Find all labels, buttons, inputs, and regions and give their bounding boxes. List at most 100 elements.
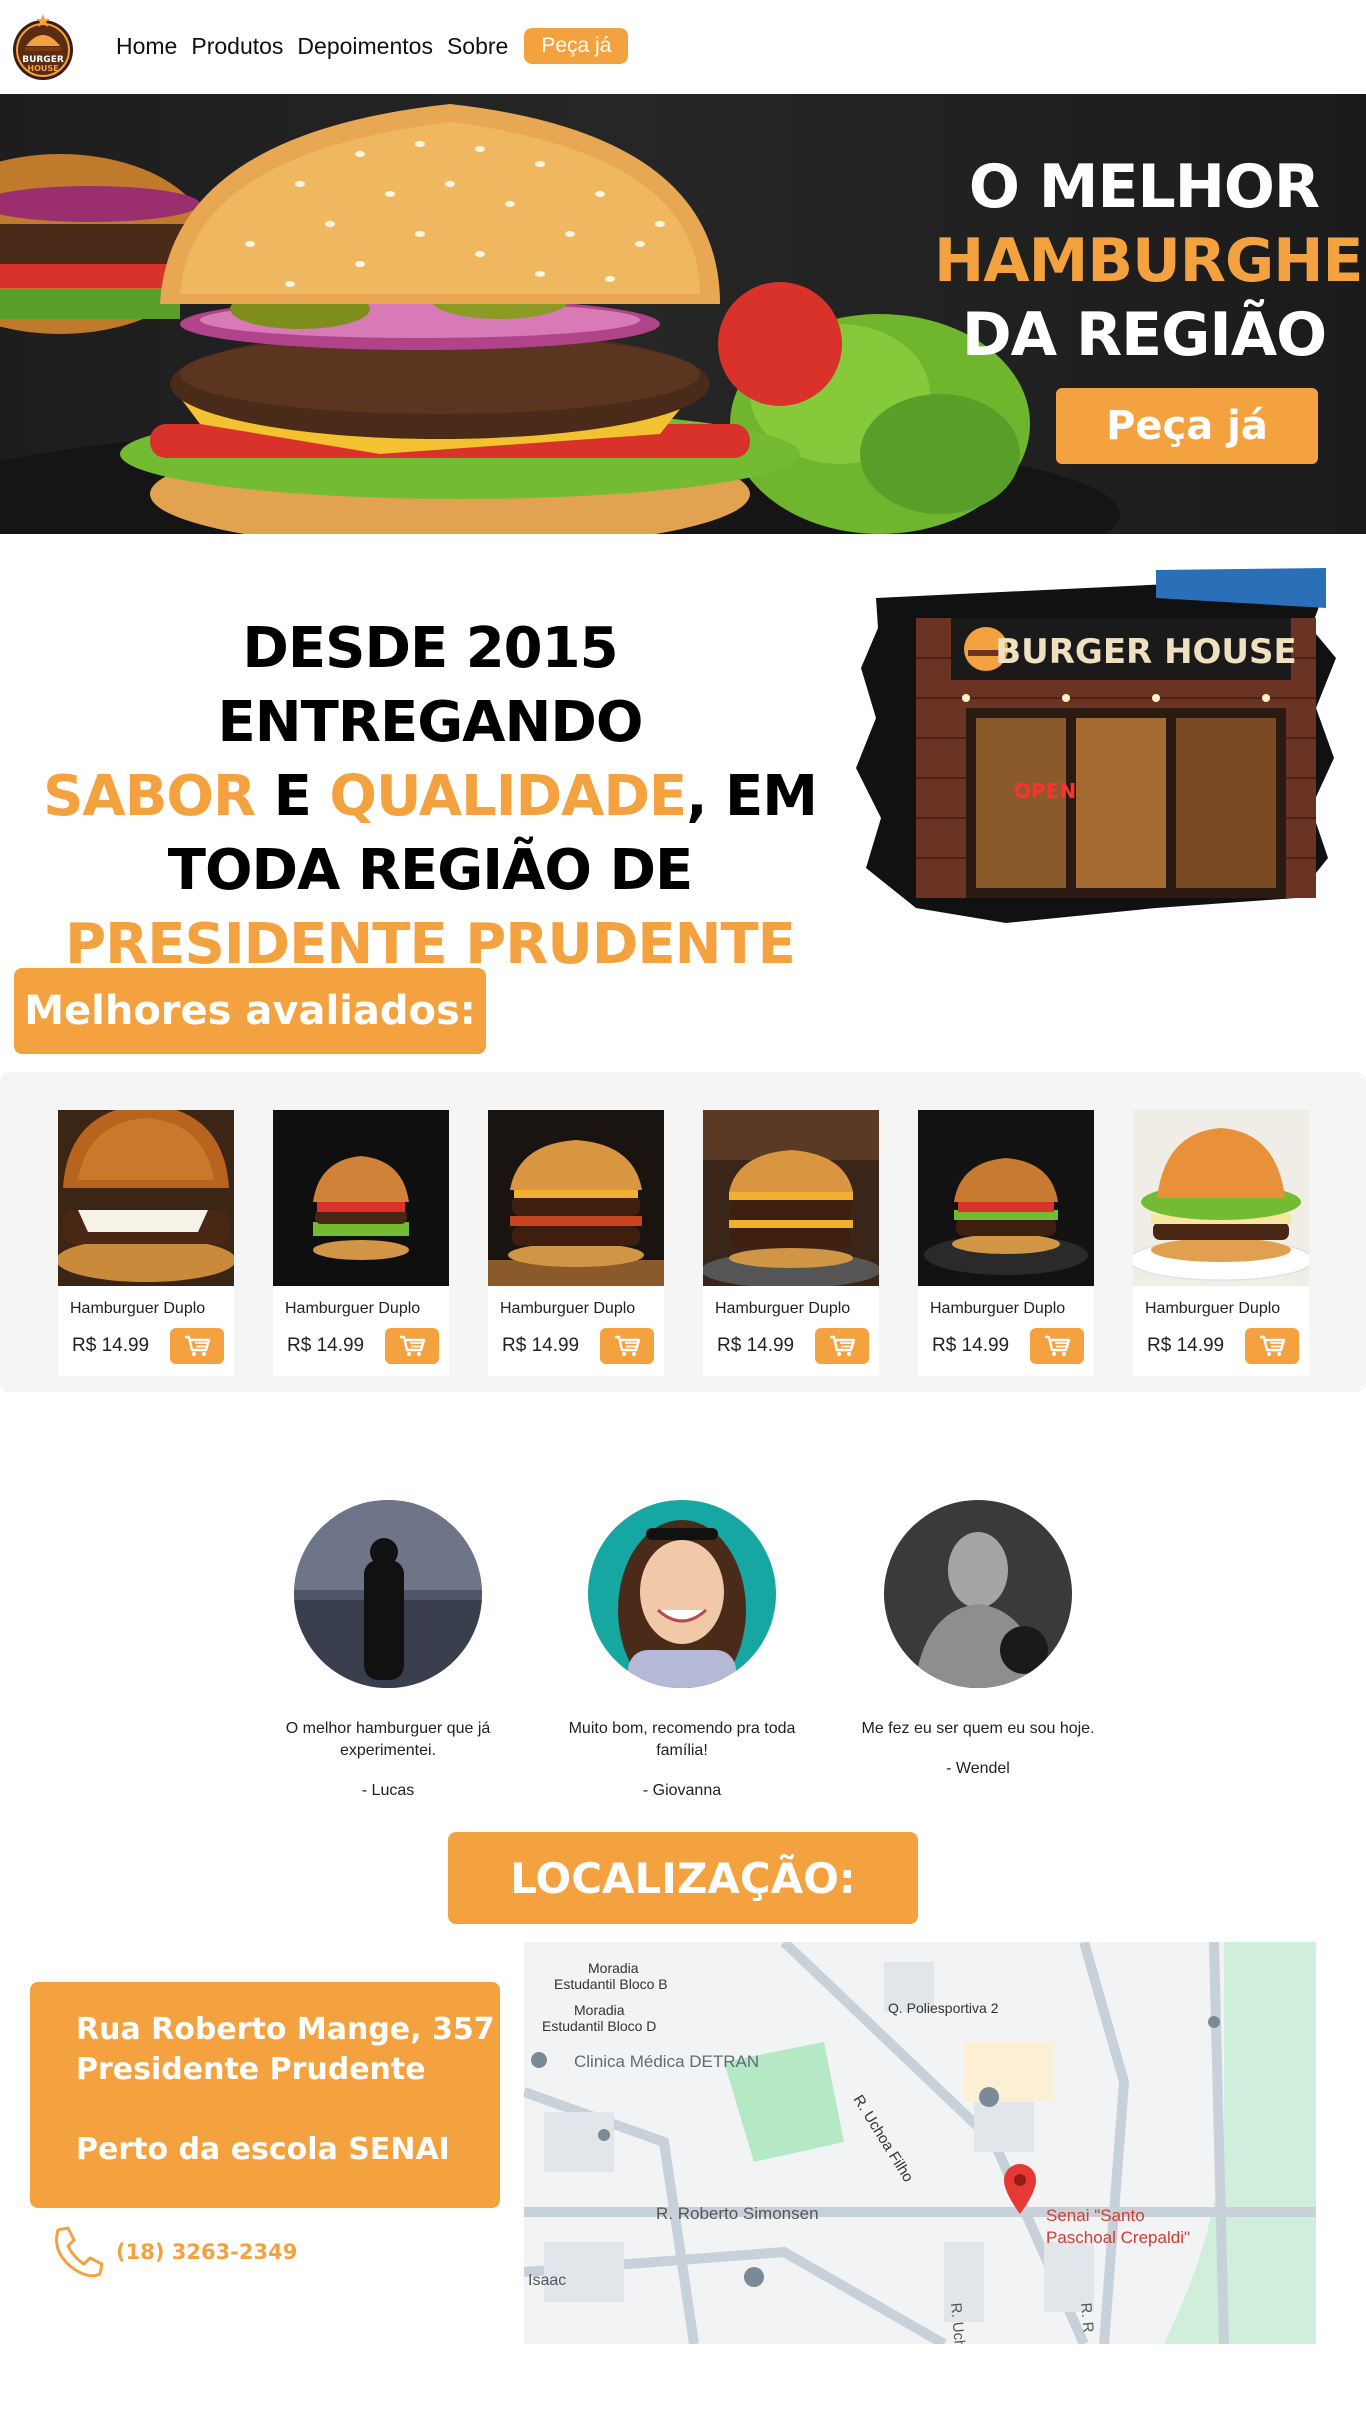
- add-to-cart-button[interactable]: [1245, 1328, 1299, 1364]
- product-footer: R$ 14.99: [717, 1328, 869, 1364]
- location-title: LOCALIZAÇÃO:: [448, 1832, 918, 1924]
- product-card: Hamburguer Duplo R$ 14.99: [488, 1110, 664, 1376]
- product-price: R$ 14.99: [1147, 1335, 1225, 1356]
- product-image: [703, 1110, 879, 1286]
- phone-number[interactable]: (18) 3263-2349: [116, 2240, 297, 2264]
- avatar: [294, 1500, 482, 1688]
- nav-produtos[interactable]: Produtos: [191, 33, 283, 60]
- nav-depoimentos[interactable]: Depoimentos: [297, 33, 433, 60]
- avatar: [884, 1500, 1072, 1688]
- cart-icon: [615, 1335, 641, 1356]
- best-rated-title: Melhores avaliados:: [14, 968, 486, 1054]
- product-image: [488, 1110, 664, 1286]
- hero-banner: O MELHOR HAMBURGHER DA REGIÃO Peça já: [0, 94, 1366, 534]
- svg-text:BURGER HOUSE: BURGER HOUSE: [995, 632, 1297, 672]
- nav-order-button[interactable]: Peça já: [524, 28, 629, 64]
- map-label: Senai "Santo: [1046, 2206, 1145, 2225]
- map-label: R. R: [1077, 2302, 1097, 2334]
- about-line-3: TODA REGIÃO DE: [167, 838, 693, 903]
- add-to-cart-button[interactable]: [815, 1328, 869, 1364]
- product-image: [1133, 1110, 1309, 1286]
- about-headline: DESDE 2015 ENTREGANDO SABOR E QUALIDADE,…: [40, 612, 820, 982]
- map-label: Clinica Médica DETRAN: [574, 2052, 760, 2071]
- svg-text:OPEN: OPEN: [1014, 779, 1076, 803]
- product-footer: R$ 14.99: [1147, 1328, 1299, 1364]
- testimonial-card: Me fez eu ser quem eu sou hoje. - Wendel: [858, 1500, 1098, 1778]
- product-name: Hamburguer Duplo: [715, 1300, 851, 1317]
- svg-text:HOUSE: HOUSE: [27, 64, 58, 73]
- hero-order-button[interactable]: Peça já: [1056, 388, 1318, 464]
- word-sabor: SABOR: [43, 764, 256, 829]
- products-strip: Hamburguer Duplo R$ 14.99 Hamburguer Dup…: [0, 1072, 1366, 1392]
- product-name: Hamburguer Duplo: [70, 1300, 206, 1317]
- location-map[interactable]: Moradia Estudantil Bloco B Moradia Estud…: [524, 1942, 1316, 2344]
- product-name: Hamburguer Duplo: [500, 1300, 636, 1317]
- map-label: Estudantil Bloco D: [542, 2018, 657, 2034]
- about-line-2: SABOR E QUALIDADE, EM: [40, 760, 820, 834]
- testimonial-card: Muito bom, recomendo pra toda família! -…: [562, 1500, 802, 1800]
- avatar: [588, 1500, 776, 1688]
- top-nav: BURGER HOUSE Home Produtos Depoimentos S…: [0, 0, 1366, 94]
- map-label: R. Roberto Simonsen: [656, 2204, 819, 2223]
- cart-icon: [400, 1335, 426, 1356]
- hero-line-1: O MELHOR: [968, 152, 1320, 222]
- word-em: , EM: [686, 764, 818, 829]
- product-name: Hamburguer Duplo: [930, 1300, 1066, 1317]
- nav-links: Home Produtos Depoimentos Sobre Peça já: [116, 28, 629, 64]
- add-to-cart-button[interactable]: [385, 1328, 439, 1364]
- map-label: Isaac: [528, 2272, 567, 2289]
- product-price: R$ 14.99: [932, 1335, 1010, 1356]
- map-label: Q. Poliesportiva 2: [888, 2000, 999, 2016]
- nav-sobre[interactable]: Sobre: [447, 33, 508, 60]
- product-price: R$ 14.99: [72, 1335, 150, 1356]
- hero-headline: O MELHOR HAMBURGHER DA REGIÃO: [934, 150, 1366, 372]
- about-line-1: DESDE 2015 ENTREGANDO: [217, 616, 644, 755]
- product-footer: R$ 14.99: [287, 1328, 439, 1364]
- product-card: Hamburguer Duplo R$ 14.99: [273, 1110, 449, 1376]
- product-name: Hamburguer Duplo: [285, 1300, 421, 1317]
- product-footer: R$ 14.99: [72, 1328, 224, 1364]
- add-to-cart-button[interactable]: [170, 1328, 224, 1364]
- storefront-image: BURGER HOUSE OPEN: [856, 568, 1338, 930]
- address-city: Presidente Prudente: [76, 2052, 426, 2087]
- hero-line-2: HAMBURGHER: [934, 226, 1366, 296]
- testimonial-author: - Lucas: [361, 1782, 415, 1799]
- map-label: Estudantil Bloco B: [554, 1976, 668, 1992]
- product-card: Hamburguer Duplo R$ 14.99: [703, 1110, 879, 1376]
- cart-icon: [185, 1335, 211, 1356]
- address-gap: [76, 2090, 500, 2130]
- add-to-cart-button[interactable]: [600, 1328, 654, 1364]
- phone-icon: [55, 2226, 104, 2278]
- phone-contact[interactable]: (18) 3263-2349: [48, 2224, 297, 2280]
- map-label: Paschoal Crepaldi": [1046, 2228, 1191, 2247]
- word-qualidade: QUALIDADE: [329, 764, 687, 829]
- address-note: Perto da escola SENAI: [76, 2132, 450, 2167]
- product-footer: R$ 14.99: [932, 1328, 1084, 1364]
- product-footer: R$ 14.99: [502, 1328, 654, 1364]
- add-to-cart-button[interactable]: [1030, 1328, 1084, 1364]
- product-card: Hamburguer Duplo R$ 14.99: [1133, 1110, 1309, 1376]
- product-card: Hamburguer Duplo R$ 14.99: [58, 1110, 234, 1376]
- hero-line-3: DA REGIÃO: [961, 300, 1327, 370]
- product-card: Hamburguer Duplo R$ 14.99: [918, 1110, 1094, 1376]
- testimonial-author: - Giovanna: [642, 1782, 722, 1799]
- nav-home[interactable]: Home: [116, 33, 177, 60]
- product-price: R$ 14.99: [502, 1335, 580, 1356]
- map-label: Moradia: [574, 2002, 625, 2018]
- testimonial-author: - Wendel: [946, 1760, 1010, 1777]
- testimonial-card: O melhor hamburguer que já experimentei.…: [268, 1500, 508, 1800]
- product-price: R$ 14.99: [717, 1335, 795, 1356]
- cart-icon: [830, 1335, 856, 1356]
- word-e: E: [255, 764, 330, 829]
- map-label: Moradia: [588, 1960, 639, 1976]
- cart-icon: [1260, 1335, 1286, 1356]
- address-street: Rua Roberto Mange, 357: [76, 2012, 495, 2047]
- burger-house-logo[interactable]: BURGER HOUSE: [10, 10, 76, 82]
- cart-icon: [1045, 1335, 1071, 1356]
- product-name: Hamburguer Duplo: [1145, 1300, 1281, 1317]
- product-price: R$ 14.99: [287, 1335, 365, 1356]
- product-image: [918, 1110, 1094, 1286]
- testimonial-quote: Me fez eu ser quem eu sou hoje.: [861, 1720, 1095, 1737]
- address-box: Rua Roberto Mange, 357 Presidente Pruden…: [30, 1982, 500, 2208]
- testimonial-quote: Muito bom, recomendo pra toda família!: [568, 1720, 796, 1759]
